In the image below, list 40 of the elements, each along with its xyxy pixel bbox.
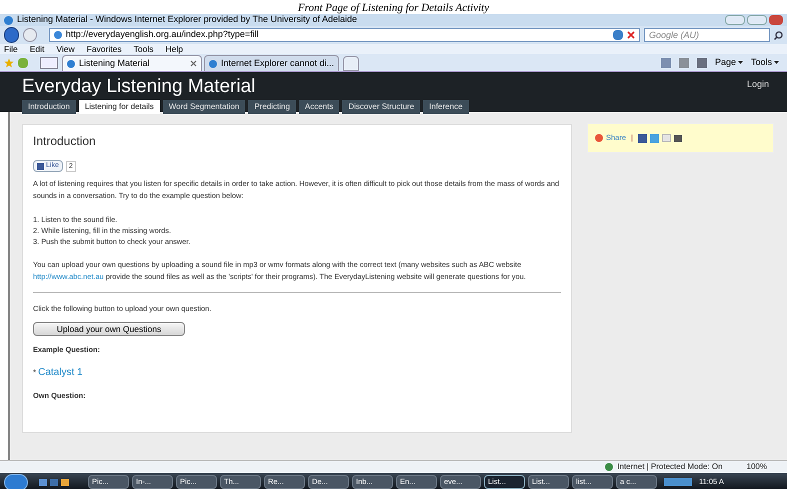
new-tab-button[interactable] <box>343 56 360 71</box>
caret-icon[interactable] <box>738 61 743 64</box>
menu-item[interactable]: View <box>56 42 75 56</box>
nav-tab[interactable]: Introduction <box>22 100 76 114</box>
upload-button[interactable]: Upload your own Questions <box>33 322 185 336</box>
close-tab-icon[interactable] <box>190 60 197 67</box>
search-field[interactable]: Google (AU) <box>644 28 770 42</box>
nav-tab[interactable]: Predicting <box>248 100 296 114</box>
document-caption: Front Page of Listening for Details Activity <box>298 2 490 14</box>
menu-item[interactable]: Tools <box>134 42 154 56</box>
nav-tab[interactable]: Discover Structure <box>342 100 420 114</box>
section-heading: Introduction <box>33 133 97 150</box>
nav-tab[interactable]: Word Segmentation <box>162 100 246 114</box>
start-button[interactable] <box>4 474 28 489</box>
nav-tab[interactable]: Inference <box>423 100 469 114</box>
menu-item[interactable]: Favorites <box>86 42 122 56</box>
menu-item[interactable]: Edit <box>30 42 44 56</box>
menu-item[interactable]: Help <box>165 42 183 56</box>
address-field[interactable]: http://everydayenglish.org.au/index.php?type=fill <box>48 28 640 42</box>
minimize-button[interactable] <box>725 15 745 25</box>
search-icon[interactable] <box>774 30 783 40</box>
zoom-level[interactable]: 100% <box>746 461 767 473</box>
bullet-mark: * <box>33 367 36 380</box>
maximize-button[interactable] <box>747 15 767 25</box>
close-button[interactable] <box>769 15 783 25</box>
menu-item[interactable]: File <box>4 42 18 56</box>
status-zone: Internet | Protected Mode: On <box>617 461 723 473</box>
nav-tab[interactable]: Listening for details <box>78 100 160 114</box>
site-title: Everyday Listening Material <box>22 75 256 99</box>
command-button[interactable]: Page <box>714 56 736 70</box>
caret-icon[interactable] <box>774 61 779 64</box>
login-link[interactable]: Login <box>746 78 769 92</box>
favorites-star-icon[interactable] <box>4 58 14 68</box>
example-link[interactable]: Catalyst 1 <box>38 365 83 380</box>
nav-tab[interactable]: Accents <box>298 100 340 114</box>
browser-tab[interactable]: Internet Explorer cannot di... <box>204 55 340 71</box>
stop-icon[interactable] <box>627 31 635 39</box>
command-button[interactable]: Tools <box>750 56 772 70</box>
window-title: Listening Material - Windows Internet Explorer provided by The University of Adelaide <box>17 14 358 26</box>
browser-tab[interactable]: Listening Material <box>62 55 202 71</box>
